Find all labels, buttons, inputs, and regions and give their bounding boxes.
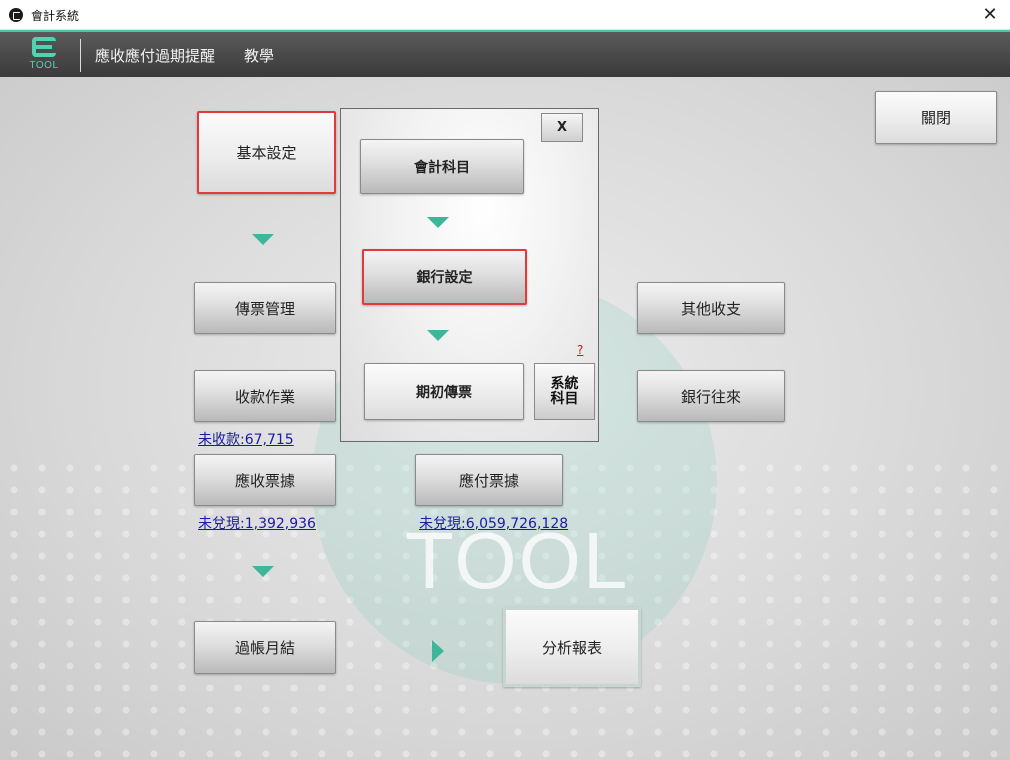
voucher-management-button[interactable]: 傳票管理 bbox=[194, 282, 336, 334]
header-divider bbox=[80, 39, 81, 72]
receivable-unredeemed-link[interactable]: 未兌現:1,392,936 bbox=[198, 513, 316, 533]
menu-tutorial[interactable]: 教學 bbox=[244, 45, 274, 66]
other-income-expense-button[interactable]: 其他收支 bbox=[637, 282, 785, 334]
analysis-reports-button[interactable]: 分析報表 bbox=[503, 607, 641, 687]
uncollected-link[interactable]: 未收款:67,715 bbox=[198, 429, 294, 449]
receipt-operations-button[interactable]: 收款作業 bbox=[194, 370, 336, 422]
month-end-closing-button[interactable]: 過帳月結 bbox=[194, 621, 336, 674]
popup-close-button[interactable]: X bbox=[541, 113, 583, 142]
system-accounts-label-line2: 科目 bbox=[550, 390, 579, 407]
system-accounts-label-line1: 系統 bbox=[550, 375, 579, 392]
logo-text: TOOL bbox=[29, 60, 59, 71]
bank-settings-button[interactable]: 銀行設定 bbox=[362, 249, 527, 305]
opening-voucher-button[interactable]: 期初傳票 bbox=[364, 363, 524, 420]
payable-unredeemed-link[interactable]: 未兌現:6,059,726,128 bbox=[419, 513, 568, 533]
arrow-down-icon bbox=[427, 330, 449, 341]
help-link[interactable]: ? bbox=[577, 343, 583, 357]
arrow-right-icon bbox=[432, 640, 444, 662]
notes-receivable-button[interactable]: 應收票據 bbox=[194, 454, 336, 506]
arrow-down-icon bbox=[252, 234, 274, 245]
app-header: TOOL 應收應付過期提醒 教學 bbox=[0, 30, 1010, 77]
chart-of-accounts-button[interactable]: 會計科目 bbox=[360, 139, 524, 194]
window-title: 會計系統 bbox=[31, 9, 80, 23]
arrow-down-icon bbox=[427, 217, 449, 228]
app-icon bbox=[9, 8, 23, 22]
title-bar: 會計系統 ✕ bbox=[0, 0, 1010, 30]
basic-settings-popup: X 會計科目 銀行設定 ? 期初傳票 系統 科目 bbox=[340, 108, 599, 442]
notes-payable-button[interactable]: 應付票據 bbox=[415, 454, 563, 506]
menu-overdue-reminder[interactable]: 應收應付過期提醒 bbox=[95, 45, 215, 66]
window-close-button[interactable]: ✕ bbox=[978, 3, 1002, 27]
close-button[interactable]: 關閉 bbox=[875, 91, 997, 144]
arrow-down-icon bbox=[252, 566, 274, 577]
basic-settings-button[interactable]: 基本設定 bbox=[197, 111, 336, 194]
etool-logo: TOOL bbox=[28, 35, 60, 75]
system-accounts-button[interactable]: 系統 科目 bbox=[534, 363, 595, 420]
bank-transactions-button[interactable]: 銀行往來 bbox=[637, 370, 785, 422]
